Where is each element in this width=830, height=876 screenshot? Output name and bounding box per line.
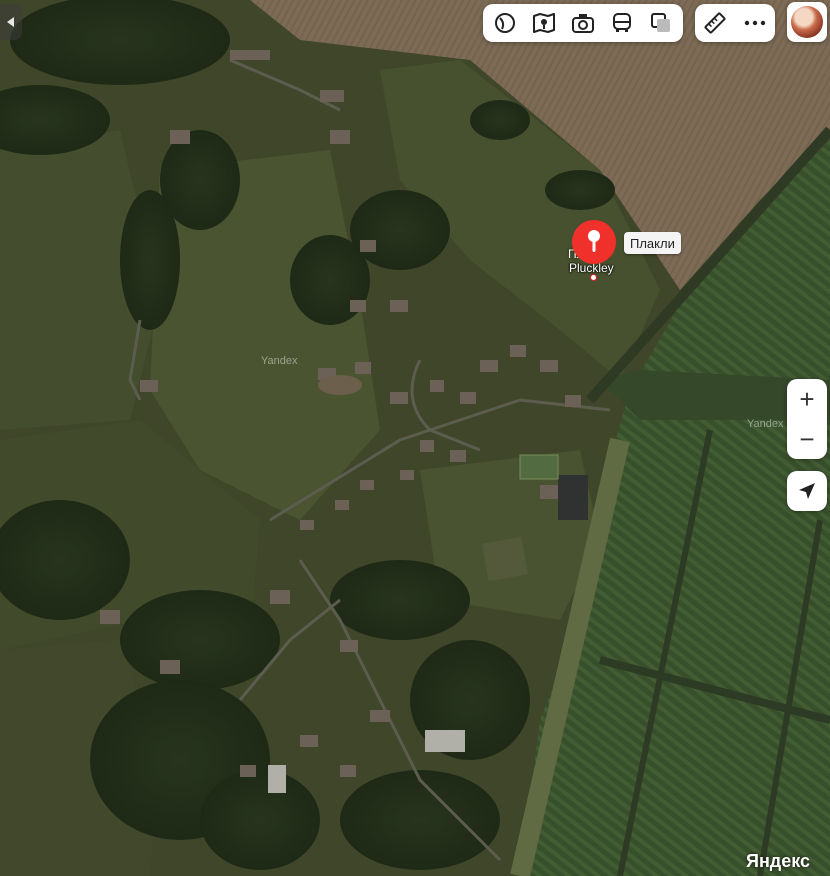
user-avatar-button[interactable] (787, 2, 827, 42)
sidebar-toggle-button[interactable] (0, 4, 22, 40)
chevron-left-icon (7, 17, 14, 27)
zoom-out-button[interactable]: − (787, 419, 827, 459)
map-imagery (0, 0, 830, 876)
avatar (791, 6, 823, 38)
bus-icon (613, 13, 632, 32)
locate-me-button[interactable] (787, 471, 827, 511)
satellite-layer-button[interactable] (489, 7, 521, 39)
camera-icon (571, 14, 594, 33)
marker-label[interactable]: Плакли (624, 232, 681, 254)
map-watermark: Yandex (261, 355, 298, 367)
ruler-icon (704, 12, 726, 34)
zoom-controls: + − (787, 379, 827, 459)
location-point (590, 274, 597, 281)
map-layers-toolbar (483, 4, 683, 42)
circle-layers-icon (494, 13, 515, 33)
layers-icon (651, 13, 671, 32)
satellite-map[interactable]: Yandex Yandex Плакли Pluckley Плакли (0, 0, 830, 876)
map-tools-toolbar (695, 4, 775, 42)
layers-button[interactable] (645, 7, 677, 39)
photos-button[interactable] (567, 7, 599, 39)
zoom-in-button[interactable]: + (787, 379, 827, 419)
more-button[interactable] (739, 7, 771, 39)
panorama-map-icon (532, 13, 555, 33)
ruler-button[interactable] (699, 7, 731, 39)
yandex-logo: Яндекс (746, 851, 811, 871)
transport-button[interactable] (606, 7, 638, 39)
location-pin-icon[interactable] (571, 219, 617, 265)
map-watermark: Yandex (747, 418, 784, 430)
navigation-arrow-icon (799, 483, 815, 499)
more-dots-icon (744, 20, 766, 26)
panorama-button[interactable] (528, 7, 560, 39)
